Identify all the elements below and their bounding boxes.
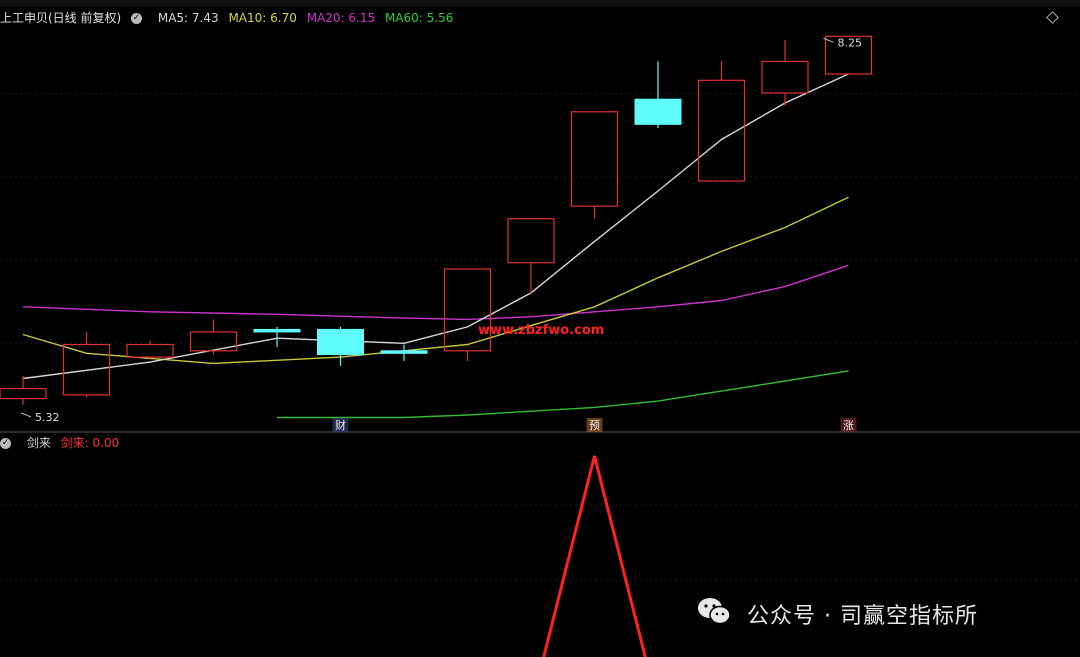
watermark: 公众号 · 司赢空指标所 (697, 596, 978, 632)
candle (443, 268, 492, 361)
candle-body (317, 328, 364, 356)
ma5-line (22, 73, 849, 380)
candle-body (761, 60, 809, 94)
ma20-line (22, 264, 849, 321)
site-watermark: www.zbzfwo.com (478, 323, 604, 338)
candle-body (0, 387, 47, 400)
candle-body (570, 111, 619, 207)
ma60-line (277, 370, 849, 419)
candle (126, 340, 174, 360)
candle-body (253, 328, 301, 333)
candle (317, 326, 364, 366)
candle (0, 375, 47, 405)
marker-label: 涨 (843, 419, 854, 432)
candle (62, 331, 111, 398)
candle-body (126, 343, 174, 358)
candle-body (634, 98, 682, 125)
signal-chart (542, 455, 647, 657)
candle-body (443, 268, 492, 352)
candle (570, 111, 619, 219)
watermark-text: 公众号 · 司赢空指标所 (747, 604, 978, 629)
candle (634, 61, 682, 129)
event-markers: 财预涨 (332, 418, 857, 432)
candle-body (189, 331, 238, 352)
moving-average-lines (22, 73, 849, 419)
candlesticks (0, 35, 873, 405)
low-arrow (20, 412, 32, 418)
candle (697, 61, 746, 182)
marker-label: 财 (335, 418, 346, 432)
marker-label: 预 (589, 419, 600, 432)
candle-body (507, 218, 555, 264)
candle (253, 326, 301, 348)
candle (380, 344, 428, 361)
candle (507, 218, 555, 295)
low-price-label: 5.32 (35, 411, 60, 424)
high-price-label: 8.25 (838, 36, 863, 49)
ma10-line (22, 196, 849, 365)
signal-line (542, 455, 647, 657)
kline-chart: 8.25 5.32 www.zbzfwo.com 财 预 涨 (0, 35, 1080, 657)
candle (189, 319, 238, 355)
candle-body (380, 350, 428, 354)
wechat-icon (697, 596, 731, 638)
